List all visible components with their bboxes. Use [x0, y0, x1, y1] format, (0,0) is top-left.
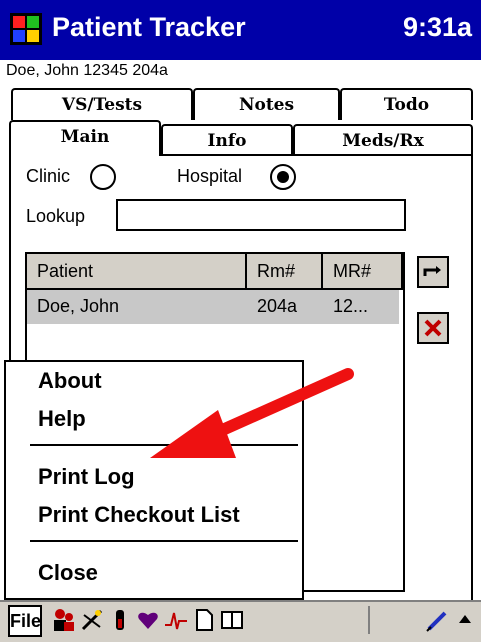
annotation-arrow	[150, 368, 354, 458]
clinic-label: Clinic	[26, 166, 71, 186]
menu-item-close[interactable]: Close	[38, 560, 98, 586]
book-icon[interactable]	[220, 607, 244, 633]
tab-label: Notes	[238, 95, 295, 115]
patients-icon[interactable]	[52, 607, 76, 633]
column-header-mr[interactable]: MR#	[323, 254, 403, 290]
up-arrow-icon[interactable]	[455, 607, 475, 633]
tab-todo[interactable]: Todo	[340, 88, 473, 120]
tab-label: Todo	[383, 95, 430, 115]
refresh-button[interactable]	[417, 256, 449, 288]
refresh-icon	[423, 266, 441, 276]
tab-label: Meds/Rx	[342, 131, 424, 151]
delete-icon	[424, 319, 442, 337]
test-tube-icon[interactable]	[108, 607, 132, 633]
menu-item-about[interactable]: About	[38, 368, 102, 394]
menu-item-help[interactable]: Help	[38, 406, 86, 432]
delete-button[interactable]	[417, 312, 449, 344]
pen-icon[interactable]	[425, 607, 449, 633]
heart-icon[interactable]	[136, 607, 160, 633]
tab-label: Main	[60, 127, 110, 147]
column-header-patient[interactable]: Patient	[27, 254, 247, 290]
procedure-icon[interactable]	[80, 607, 104, 633]
menu-item-print-checkout-list[interactable]: Print Checkout List	[38, 502, 240, 528]
radio-selected-dot	[277, 171, 289, 183]
menu-item-print-log[interactable]: Print Log	[38, 464, 135, 490]
clinic-radio[interactable]	[90, 164, 116, 190]
lookup-input[interactable]	[116, 199, 406, 231]
app-flag-icon[interactable]	[9, 12, 43, 46]
current-patient-line: Doe, John 12345 204a	[6, 62, 168, 79]
menu-separator	[30, 540, 298, 542]
document-icon[interactable]	[192, 607, 216, 633]
column-header-rm[interactable]: Rm#	[247, 254, 323, 290]
cell-mr: 12...	[333, 296, 369, 316]
tab-label: Info	[207, 131, 247, 151]
file-menu-button[interactable]: File	[8, 605, 42, 637]
lookup-label: Lookup	[26, 206, 86, 226]
hospital-radio[interactable]	[270, 164, 296, 190]
tab-info[interactable]: Info	[161, 124, 293, 156]
table-row[interactable]: Doe, John 204a 12...	[27, 290, 399, 324]
ekg-icon[interactable]	[164, 607, 188, 633]
clock[interactable]: 9:31a	[403, 12, 472, 43]
app-title: Patient Tracker	[52, 12, 246, 42]
cell-rm: 204a	[257, 296, 298, 316]
hospital-label: Hospital	[177, 166, 243, 186]
title-bar: Patient Tracker 9:31a	[0, 0, 481, 60]
tab-notes[interactable]: Notes	[193, 88, 340, 120]
toolbar-divider	[368, 606, 370, 634]
cell-patient: Doe, John	[37, 296, 120, 316]
tab-main[interactable]: Main	[9, 120, 161, 156]
tab-meds-rx[interactable]: Meds/Rx	[293, 124, 473, 156]
tab-label: VS/Tests	[61, 95, 143, 115]
tab-vs-tests[interactable]: VS/Tests	[11, 88, 193, 120]
